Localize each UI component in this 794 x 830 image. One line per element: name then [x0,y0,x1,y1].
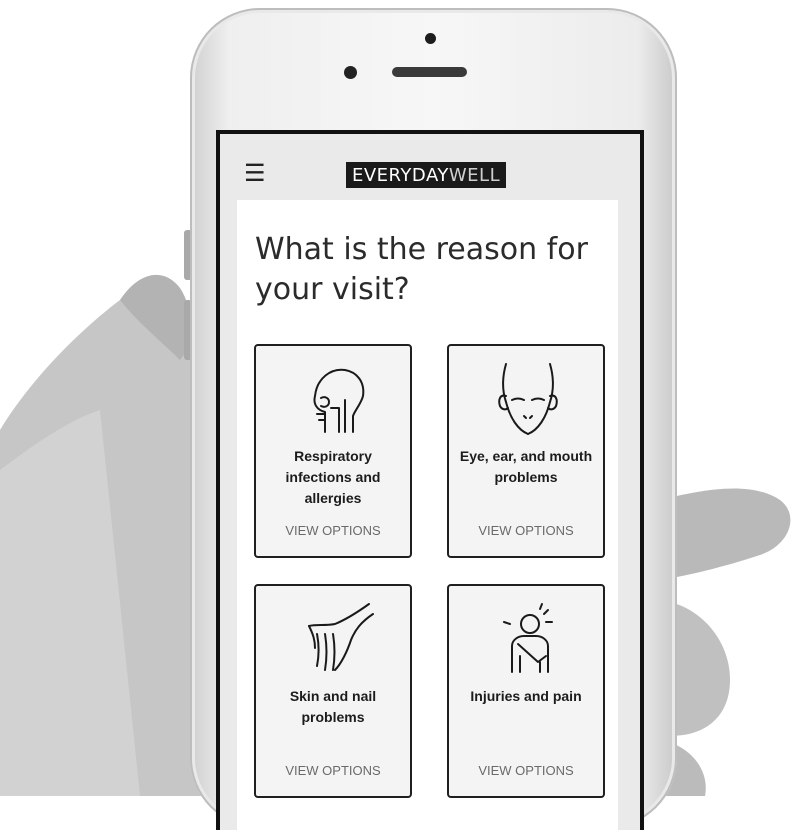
logo-bold-text: EVERYDAY [352,165,449,186]
front-camera [344,66,357,79]
view-options-link[interactable]: VIEW OPTIONS [449,763,603,778]
card-injuries-pain[interactable]: Injuries and pain VIEW OPTIONS [447,584,605,798]
phone-screen: ☰ EVERYDAYWELL What is the reason for yo… [216,130,644,830]
card-label: Eye, ear, and mouth problems [459,448,593,485]
respiratory-icon [313,368,365,433]
view-options-link[interactable]: VIEW OPTIONS [256,523,410,538]
logo-light-text: WELL [448,165,501,186]
card-label: Skin and nail problems [289,688,377,725]
app-viewport: ☰ EVERYDAYWELL What is the reason for yo… [220,134,640,830]
card-label: Respiratory infections and allergies [285,448,381,506]
card-eye-ear-mouth[interactable]: Eye, ear, and mouth problems VIEW OPTION… [447,344,605,558]
earpiece-speaker [392,67,467,77]
view-options-link[interactable]: VIEW OPTIONS [449,523,603,538]
view-options-link[interactable]: VIEW OPTIONS [256,763,410,778]
card-respiratory[interactable]: Respiratory infections and allergies VIE… [254,344,412,558]
main-content: What is the reason for your visit? Respi… [237,200,618,830]
hand-icon [308,603,374,671]
page-title: What is the reason for your visit? [255,232,588,307]
card-skin-nail[interactable]: Skin and nail problems VIEW OPTIONS [254,584,412,798]
face-icon [498,363,558,435]
card-label: Injuries and pain [470,688,582,704]
brand-logo[interactable]: EVERYDAYWELL [346,162,507,188]
proximity-sensor [425,33,436,44]
injury-icon [503,603,553,673]
menu-icon[interactable]: ☰ [244,162,266,186]
